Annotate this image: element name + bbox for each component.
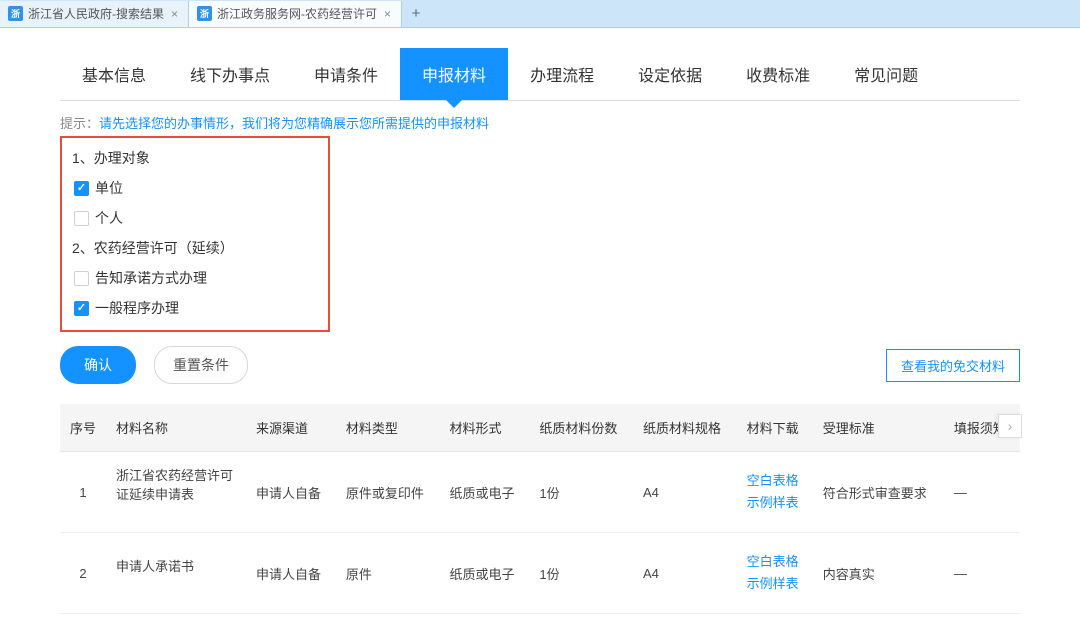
th-standard: 受理标准 [813,404,944,452]
cell-source: 申请人自备 [246,533,336,614]
nav-tabs: 基本信息 线下办事点 申请条件 申报材料 办理流程 设定依据 收费标准 常见问题 [60,48,1020,101]
cell-index: 2 [60,533,106,614]
close-icon[interactable]: × [382,7,393,21]
checkbox-personal[interactable] [74,211,89,226]
th-spec: 纸质材料规格 [633,404,737,452]
tab-apply-condition[interactable]: 申请条件 [292,48,400,100]
cell-type: 原件或复印件 [336,452,440,533]
th-type: 材料类型 [336,404,440,452]
new-tab-button[interactable]: + [402,1,430,27]
cell-download: 空白表格示例样表 [737,533,813,614]
tab-fee-standard[interactable]: 收费标准 [724,48,832,100]
confirm-button[interactable]: 确认 [60,346,136,384]
cell-spec: A4 [633,533,737,614]
checkbox-informed[interactable] [74,271,89,286]
cell-form: 纸质或电子 [440,533,530,614]
cell-spec: A4 [633,452,737,533]
tab-basic-info[interactable]: 基本信息 [60,48,168,100]
th-index: 序号 [60,404,106,452]
checkbox-row-unit[interactable]: 单位 [72,178,318,198]
reset-button[interactable]: 重置条件 [154,346,248,384]
tab-title: 浙江政务服务网-农药经营许可 [217,5,377,22]
table-row: 2 申请人承诺书 申请人自备 原件 纸质或电子 1份 A4 空白表格示例样表 内… [60,533,1020,614]
tab-basis[interactable]: 设定依据 [616,48,724,100]
tab-title: 浙江省人民政府-搜索结果 [28,5,164,22]
checkbox-label: 个人 [95,208,123,228]
th-source: 来源渠道 [246,404,336,452]
checkbox-row-personal[interactable]: 个人 [72,208,318,228]
cell-download: 空白表格示例样表 [737,452,813,533]
th-download: 材料下载 [737,404,813,452]
download-link[interactable]: 空白表格示例样表 [747,554,799,591]
cell-type: 原件 [336,533,440,614]
checkbox-unit[interactable] [74,181,89,196]
th-copies: 纸质材料份数 [529,404,633,452]
table-wrap: › 序号 材料名称 来源渠道 材料类型 材料形式 纸质材料份数 纸质材料规格 材… [60,404,1020,614]
checkbox-label: 告知承诺方式办理 [95,268,207,288]
cell-standard: 符合形式审查要求 [813,452,944,533]
close-icon[interactable]: × [169,7,180,21]
browser-tab-bar: 浙 浙江省人民政府-搜索结果 × 浙 浙江政务服务网-农药经营许可 × + [0,0,1080,28]
hint-content: 请先选择您的办事情形，我们将为您精确展示您所需提供的申报材料 [99,116,489,131]
tab-process[interactable]: 办理流程 [508,48,616,100]
cell-source: 申请人自备 [246,452,336,533]
browser-tab-2[interactable]: 浙 浙江政务服务网-农药经营许可 × [189,1,402,27]
hint-label: 提示： [60,116,99,131]
checkbox-label: 单位 [95,178,123,198]
cell-copies: 1份 [529,452,633,533]
checkbox-label: 一般程序办理 [95,298,179,318]
tab-offline-location[interactable]: 线下办事点 [168,48,292,100]
download-link[interactable]: 空白表格示例样表 [747,473,799,510]
group-title-2: 2、农药经营许可（延续） [72,238,318,258]
th-name: 材料名称 [106,404,246,452]
chevron-right-icon[interactable]: › [998,414,1022,438]
view-free-materials-button[interactable]: 查看我的免交材料 [886,349,1020,382]
browser-tab-1[interactable]: 浙 浙江省人民政府-搜索结果 × [0,1,189,27]
checkbox-row-general[interactable]: 一般程序办理 [72,298,318,318]
table-row: 1 浙江省农药经营许可证延续申请表 申请人自备 原件或复印件 纸质或电子 1份 … [60,452,1020,533]
cell-index: 1 [60,452,106,533]
cell-notice: — [944,452,1020,533]
cell-standard: 内容真实 [813,533,944,614]
favicon: 浙 [197,6,212,21]
checkbox-row-informed[interactable]: 告知承诺方式办理 [72,268,318,288]
tab-faq[interactable]: 常见问题 [832,48,940,100]
cell-name: 浙江省农药经营许可证延续申请表 [106,452,246,533]
group-title-1: 1、办理对象 [72,148,318,168]
cell-copies: 1份 [529,533,633,614]
cell-notice: — [944,533,1020,614]
tab-apply-materials[interactable]: 申报材料 [400,48,508,100]
th-form: 材料形式 [440,404,530,452]
cell-name: 申请人承诺书 [106,533,246,614]
cell-form: 纸质或电子 [440,452,530,533]
button-row: 确认 重置条件 查看我的免交材料 [60,346,1020,384]
checkbox-general[interactable] [74,301,89,316]
option-highlight-box: 1、办理对象 单位 个人 2、农药经营许可（延续） 告知承诺方式办理 一般程序办… [60,136,330,332]
materials-table: 序号 材料名称 来源渠道 材料类型 材料形式 纸质材料份数 纸质材料规格 材料下… [60,404,1020,614]
hint-text: 提示：请先选择您的办事情形，我们将为您精确展示您所需提供的申报材料 [60,101,1020,136]
favicon: 浙 [8,6,23,21]
